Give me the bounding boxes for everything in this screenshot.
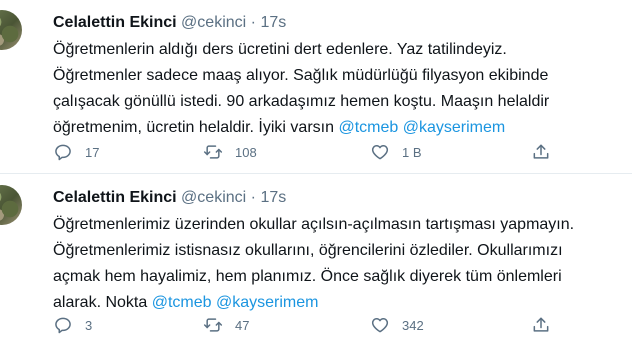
tweet-text-line: Öğretmenlerimiz üzerinden okullar açılsı… (53, 216, 575, 233)
share-button[interactable] (531, 313, 551, 337)
retweet-icon (203, 318, 223, 332)
reply-button[interactable]: 3 (53, 313, 92, 337)
tweet-text-line: Öğretmenlerin aldığı ders ücretini dert … (53, 41, 507, 58)
separator: · (250, 14, 256, 31)
mention-link[interactable]: @kayserimem (216, 294, 318, 311)
mention-link[interactable]: @tcmeb (152, 294, 212, 311)
tweet-text-line: açmak hem hayalimiz, hem planımız. Önce … (53, 268, 562, 285)
tweet-text-line: Öğretmenler sadece maaş alıyor. Sağlık m… (53, 67, 549, 84)
tweet-text-line: Öğretmenlerimiz istisnasız okullarını, ö… (53, 242, 563, 259)
tweet-text-segment: öğretmenim, ücretin helaldir. İyiki vars… (53, 119, 339, 136)
share-icon (533, 144, 549, 159)
like-count: 1 B (402, 144, 422, 160)
mention-link[interactable]: @kayserimem (403, 119, 505, 136)
tweet[interactable]: Celalettin Ekinci @cekinci · 17s Öğretme… (0, 0, 632, 174)
retweet-icon (203, 145, 223, 159)
retweet-button[interactable]: 108 (203, 140, 257, 164)
reply-button[interactable]: 17 (53, 140, 99, 164)
tweet-header: Celalettin Ekinci @cekinci · 17s (53, 188, 286, 208)
like-icon (371, 145, 389, 160)
reply-count: 3 (85, 317, 93, 333)
reply-icon (55, 144, 71, 161)
tweet-actions: 17 108 1 B (53, 140, 573, 164)
separator: · (250, 189, 256, 206)
tweet-time[interactable]: 17s (260, 14, 286, 31)
tweet-header: Celalettin Ekinci @cekinci · 17s (53, 13, 286, 33)
retweet-button[interactable]: 47 (203, 313, 249, 337)
tweet[interactable]: Celalettin Ekinci @cekinci · 17s Öğretme… (0, 175, 632, 356)
mention-link[interactable]: @tcmeb (338, 119, 398, 136)
tweet-actions: 3 47 342 (53, 313, 573, 337)
share-icon (533, 317, 549, 332)
share-button[interactable] (531, 140, 551, 164)
author-handle[interactable]: @cekinci (181, 189, 246, 206)
author-name[interactable]: Celalettin Ekinci (53, 14, 177, 31)
tweet-text: Öğretmenlerimiz üzerinden okullar açılsı… (53, 212, 623, 316)
retweet-count: 108 (235, 144, 257, 160)
tweet-time[interactable]: 17s (260, 189, 286, 206)
reply-count: 17 (85, 144, 100, 160)
tweet-text: Öğretmenlerin aldığı ders ücretini dert … (53, 37, 623, 141)
tweet-text-line: öğretmenim, ücretin helaldir. İyiki vars… (53, 115, 623, 141)
like-icon (371, 318, 389, 333)
reply-icon (55, 317, 71, 334)
tweet-text-segment: alarak. Nokta (53, 294, 152, 311)
like-count: 342 (402, 317, 424, 333)
like-button[interactable]: 342 (370, 313, 424, 337)
avatar[interactable] (0, 10, 22, 50)
retweet-count: 47 (235, 317, 250, 333)
avatar[interactable] (0, 185, 22, 225)
like-button[interactable]: 1 B (370, 140, 422, 164)
author-name[interactable]: Celalettin Ekinci (53, 189, 177, 206)
tweet-feed: Celalettin Ekinci @cekinci · 17s Öğretme… (0, 0, 632, 356)
tweet-text-line: çalışacak gönüllü istedi. 90 arkadaşımız… (53, 93, 550, 110)
author-handle[interactable]: @cekinci (181, 14, 246, 31)
